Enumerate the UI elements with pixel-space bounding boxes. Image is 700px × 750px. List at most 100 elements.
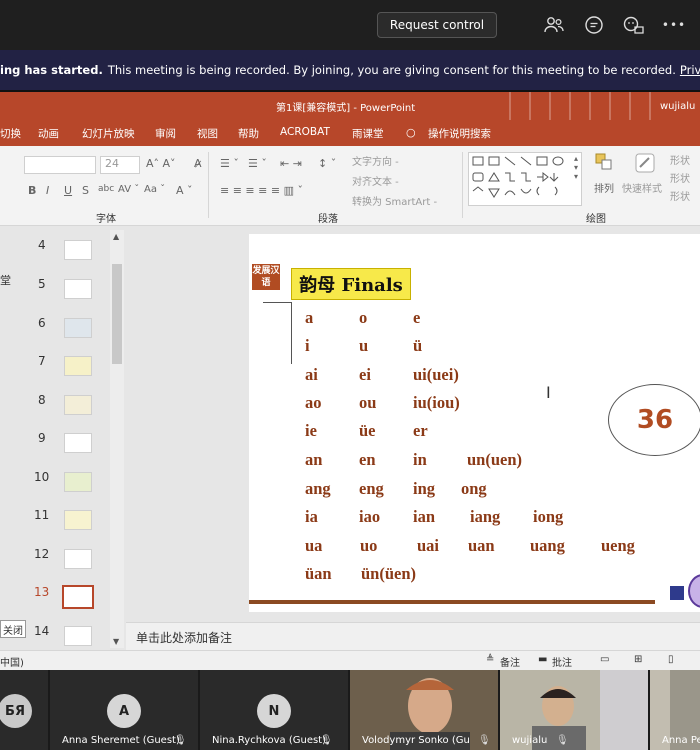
font-size-box[interactable]: 24 — [100, 156, 140, 174]
mic-off-icon: 🎙 — [320, 735, 333, 746]
grow-font-icon[interactable]: A˄ A˅ — [146, 157, 176, 170]
shapes-gallery[interactable] — [468, 152, 582, 206]
tab-review[interactable]: 审阅 — [155, 126, 176, 141]
scroll-down-icon[interactable]: ▼ — [113, 637, 119, 646]
slide-thumbnail[interactable] — [64, 510, 92, 530]
privacy-policy-link[interactable]: Privacy policy — [680, 63, 700, 77]
shadow-button[interactable]: S — [82, 184, 89, 197]
decor-line — [291, 302, 292, 364]
underline-button[interactable]: U — [64, 184, 72, 197]
normal-view-icon[interactable]: ▭ — [600, 654, 609, 665]
participant-video-tile[interactable]: Anna Pe — [650, 670, 700, 750]
tab-view[interactable]: 视图 — [197, 126, 218, 141]
participant-video-tile[interactable]: wujialu 🎙 — [500, 670, 648, 750]
final-item: uo — [360, 536, 378, 555]
reading-view-icon[interactable]: ▯ — [668, 654, 674, 665]
sorter-view-icon[interactable]: ⊞ — [634, 654, 642, 665]
bullets-icon[interactable]: ☰ ˇ — [220, 157, 239, 170]
participant-video-tile[interactable]: Volodymyr Sonko (Gu 🎙 — [350, 670, 498, 750]
chat-icon[interactable] — [583, 14, 605, 36]
smartart-button[interactable]: 转换为 SmartArt - — [352, 193, 437, 208]
final-item: ueng — [601, 536, 635, 555]
slide-thumbnail[interactable] — [64, 356, 92, 376]
mic-off-icon: 🎙 — [478, 735, 491, 746]
slide-thumbnail[interactable] — [64, 626, 92, 646]
ribbon-separator — [208, 152, 209, 218]
align-text-button[interactable]: 对齐文本 - — [352, 173, 399, 188]
scroll-thumb[interactable] — [112, 264, 122, 364]
tab-tell-me[interactable]: 操作说明搜索 — [428, 126, 491, 141]
slide-number: 8 — [38, 393, 46, 407]
shape-outline-button[interactable]: 形状 — [670, 170, 690, 185]
slide-thumbnail[interactable] — [64, 433, 92, 453]
comments-icon[interactable]: ▬ — [538, 654, 547, 665]
tab-animations[interactable]: 动画 — [38, 126, 59, 141]
italic-button[interactable]: I — [46, 184, 49, 197]
notes-pane[interactable]: 单击此处添加备注 — [126, 622, 700, 650]
slide-number: 11 — [34, 508, 50, 522]
slide-number: 4 — [38, 238, 46, 252]
participant-tile[interactable]: БЯ — [0, 670, 48, 750]
slide-thumbnail[interactable] — [64, 395, 92, 415]
slide-thumbnail[interactable] — [64, 318, 92, 338]
comments-button[interactable]: 批注 — [552, 654, 572, 669]
slide-thumbnail-active[interactable] — [62, 585, 94, 609]
slide-thumbnail[interactable] — [64, 240, 92, 260]
font-name-box[interactable] — [24, 156, 96, 174]
participant-tile[interactable]: A Anna Sheremet (Guest) 🎙 — [50, 670, 198, 750]
slide-number-active: 13 — [34, 585, 50, 599]
tab-rain-classroom[interactable]: 雨课堂 — [352, 126, 384, 141]
close-button[interactable]: 关闭 — [0, 620, 26, 638]
slide-bottom-bar — [249, 600, 655, 604]
font-color-button[interactable]: A ˇ — [176, 184, 193, 197]
quick-style-icon[interactable] — [634, 152, 656, 174]
final-item: en — [359, 450, 376, 469]
final-item: ui(uei) — [413, 365, 459, 384]
indent-icons[interactable]: ⇤ ⇥ — [280, 157, 302, 170]
bold-button[interactable]: B — [28, 184, 36, 197]
people-icon[interactable] — [543, 14, 565, 36]
tab-help[interactable]: 帮助 — [238, 126, 259, 141]
slide-thumbnail[interactable] — [64, 279, 92, 299]
request-control-button[interactable]: Request control — [377, 12, 497, 38]
clear-format-icon[interactable]: A̷ — [194, 157, 202, 170]
quick-style-button[interactable]: 快速样式 — [622, 180, 662, 195]
tab-acrobat[interactable]: ACROBAT — [280, 126, 330, 138]
tab-slideshow[interactable]: 幻灯片放映 — [82, 126, 135, 141]
text-direction-button[interactable]: 文字方向 - — [352, 153, 399, 168]
final-item: ün(üen) — [361, 564, 417, 583]
arrange-button[interactable]: 排列 — [594, 180, 614, 195]
textbook-logo: 发展汉语 — [252, 264, 280, 290]
gallery-scroll-icon[interactable]: ▴ ▾ ▾ — [574, 154, 578, 181]
scroll-up-icon[interactable]: ▲ — [113, 232, 119, 241]
drawing-group-label: 绘图 — [586, 214, 606, 225]
more-icon[interactable]: ••• — [662, 14, 685, 36]
slide-number: 10 — [34, 470, 50, 484]
reactions-icon[interactable] — [623, 14, 645, 36]
participant-name: Volodymyr Sonko (Gu — [362, 735, 470, 746]
avatar: N — [257, 694, 291, 728]
shape-effect-button[interactable]: 形状 — [670, 188, 690, 203]
participant-tile[interactable]: N Nina.Rychkova (Guest) 🎙 — [200, 670, 348, 750]
arrange-icon[interactable] — [594, 152, 614, 172]
thumbnail-scrollbar[interactable]: ▲ ▼ — [110, 230, 124, 648]
align-icons[interactable]: ≡ ≡ ≡ ≡ ≡ ▥ ˇ — [220, 184, 303, 197]
change-case-button[interactable]: Aa ˇ — [144, 184, 165, 195]
slide-thumbnail[interactable] — [64, 472, 92, 492]
avatar: БЯ — [0, 694, 32, 728]
numbering-icon[interactable]: ☰ ˇ — [248, 157, 267, 170]
line-spacing-icon[interactable]: ↕ ˇ — [318, 157, 336, 170]
final-item: iu(iou) — [413, 393, 460, 412]
spacing-button[interactable]: AV ˇ — [118, 184, 139, 195]
notes-toggle-button[interactable]: 备注 — [500, 654, 520, 669]
notes-toggle-icon[interactable]: ≜ — [486, 654, 494, 665]
ppt-user-name[interactable]: wujialu — [660, 101, 695, 112]
final-item: er — [413, 421, 428, 440]
shape-fill-button[interactable]: 形状 — [670, 152, 690, 167]
tab-transitions[interactable]: 切换 — [0, 126, 21, 141]
strike-button[interactable]: abc — [98, 184, 114, 194]
final-item: uan — [468, 536, 495, 555]
final-item: ou — [359, 393, 377, 412]
slide-thumbnail[interactable] — [64, 549, 92, 569]
meeting-window: Request control ••• ing has started. Thi… — [0, 0, 700, 750]
